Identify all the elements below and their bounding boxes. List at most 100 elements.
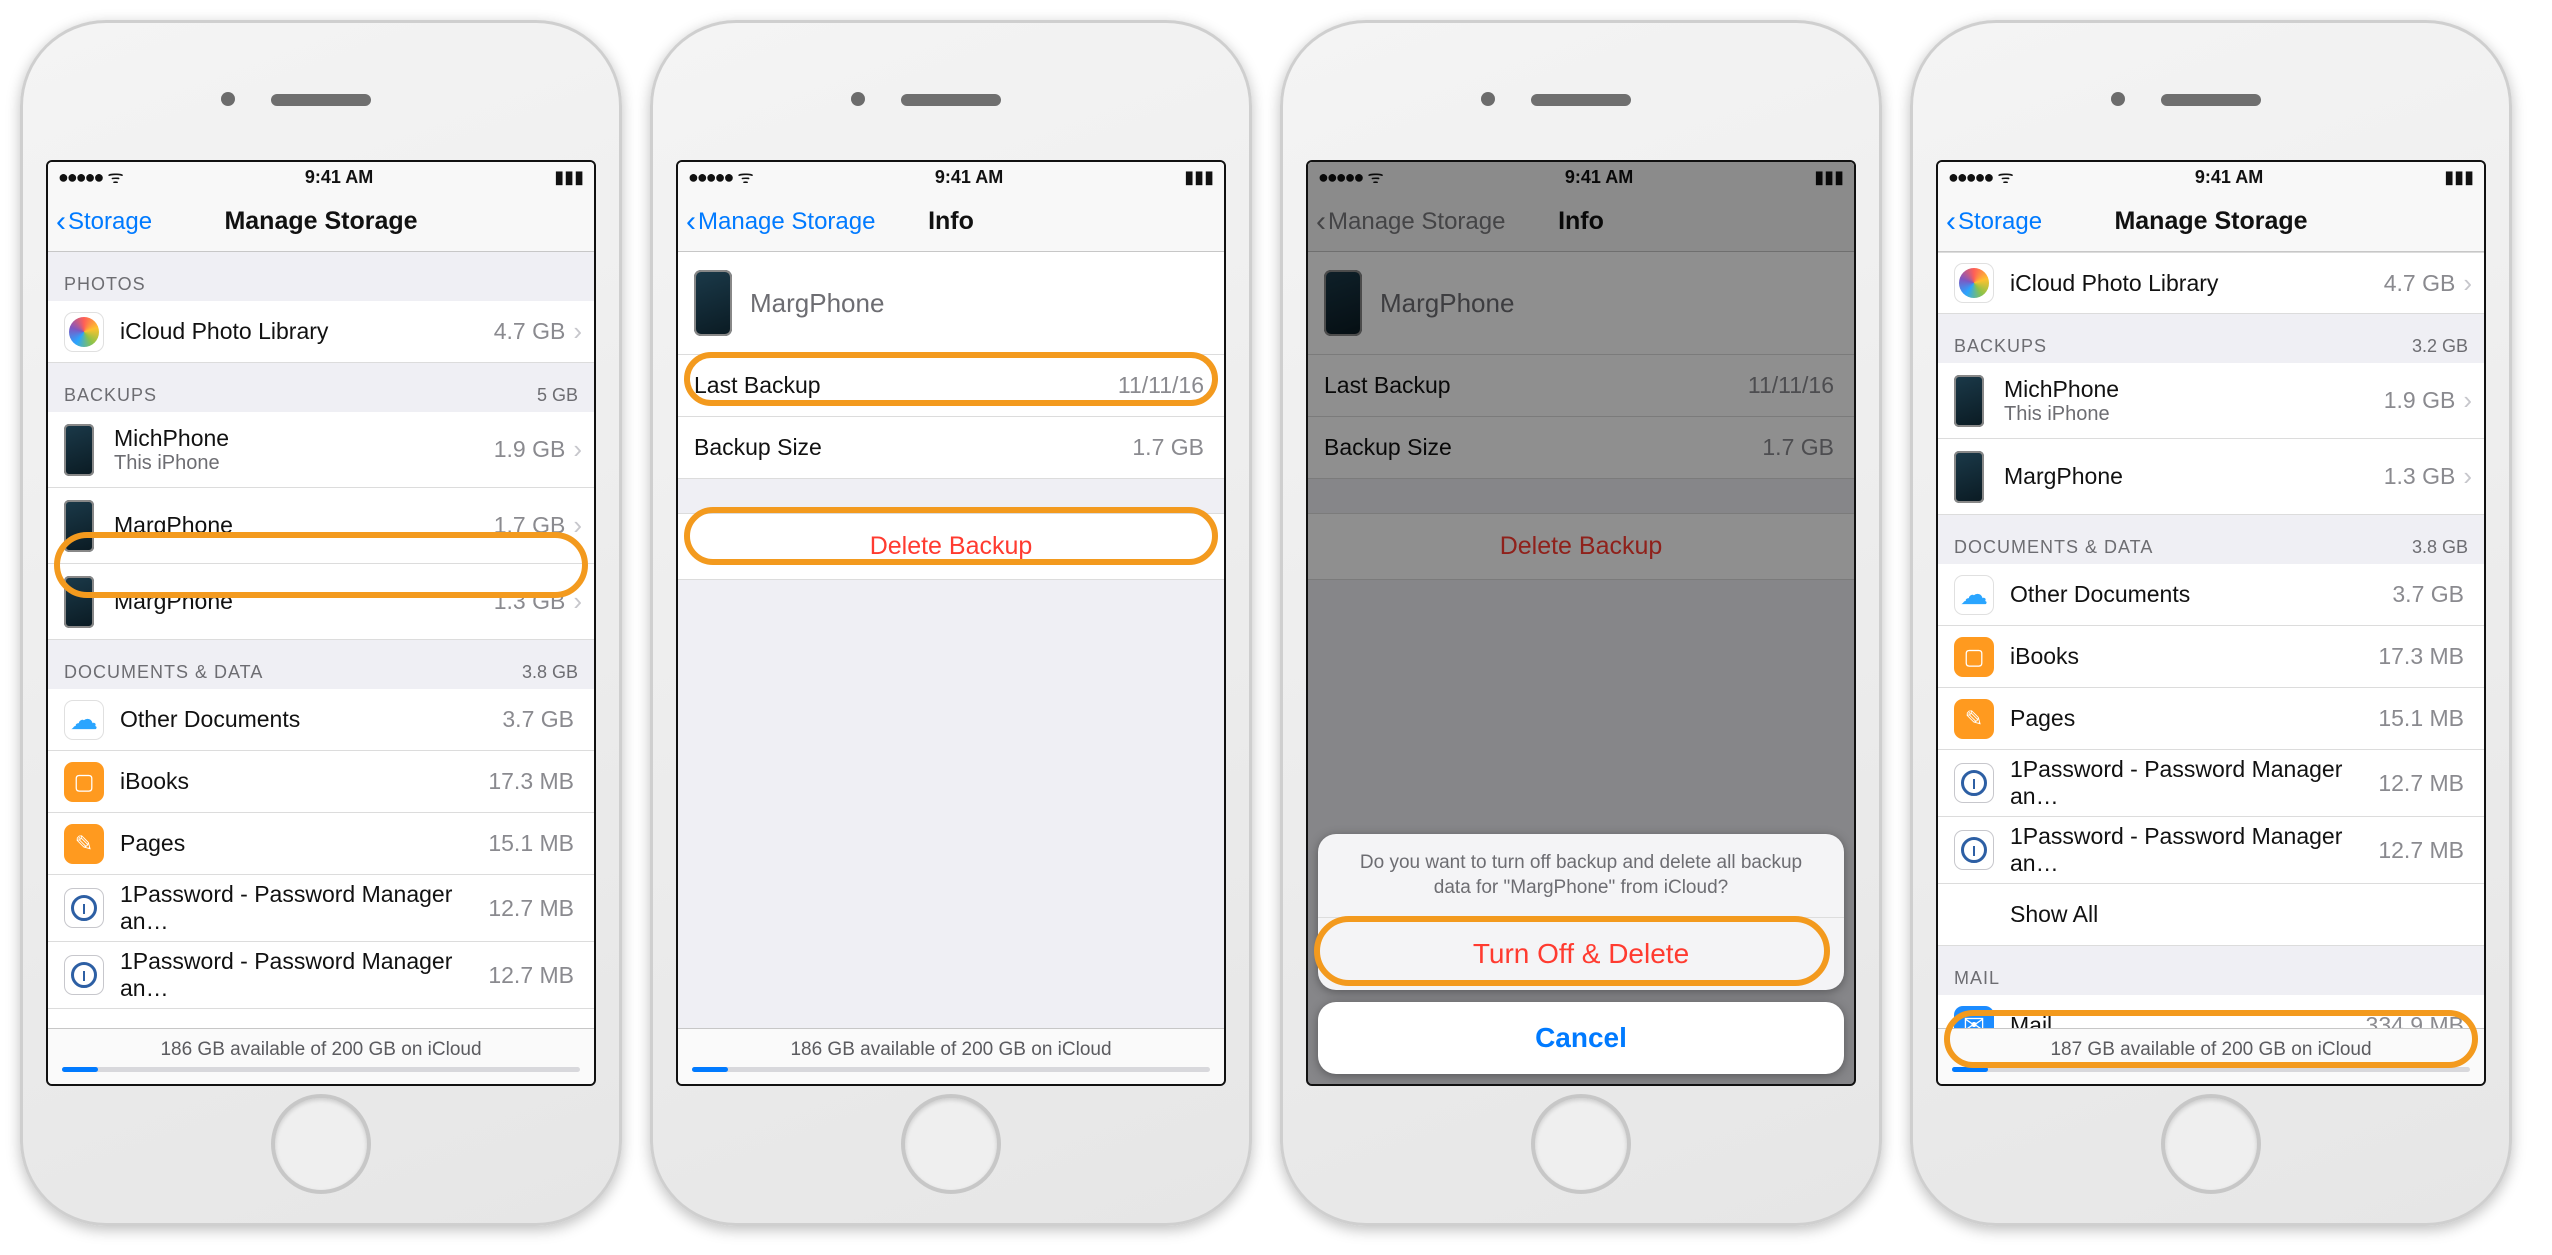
cell-pages[interactable]: ✎ Pages 15.1 MB xyxy=(48,813,594,875)
cell-backup-margphone-2[interactable]: MargPhone 1.3 GB › xyxy=(48,564,594,640)
cell-label: MargPhone xyxy=(114,588,494,615)
device-icon xyxy=(64,424,94,476)
section-header-photos: PHOTOS xyxy=(48,252,594,301)
signal-wifi: ●●●●● ᯤ xyxy=(1948,165,2014,189)
home-button[interactable] xyxy=(271,1094,371,1194)
cell-ibooks[interactable]: ▢ iBooks 17.3 MB xyxy=(1938,626,2484,688)
cell-show-all[interactable]: Show All xyxy=(1938,884,2484,946)
cell-label: 1Password - Password Manager an… xyxy=(2010,756,2378,810)
iphone-frame-1: ●●●●● ᯤ 9:41 AM ▮▮▮ ‹ Storage Manage Sto… xyxy=(20,20,622,1226)
chevron-right-icon: › xyxy=(2463,385,2472,416)
content-scroll[interactable]: iCloud Photo Library 4.7 GB › BACKUPS 3.… xyxy=(1938,252,2484,1084)
cell-1password-1[interactable]: 1Password - Password Manager an… 12.7 MB xyxy=(48,875,594,942)
cancel-button[interactable]: Cancel xyxy=(1318,1002,1844,1074)
device-icon xyxy=(1954,375,1984,427)
cell-backup-michphone[interactable]: MichPhone This iPhone 1.9 GB › xyxy=(1938,363,2484,439)
cell-pages[interactable]: ✎ Pages 15.1 MB xyxy=(1938,688,2484,750)
cell-1password-2[interactable]: 1Password - Password Manager an… 12.7 MB xyxy=(1938,817,2484,884)
speaker-grille xyxy=(271,94,371,106)
cell-value: 12.7 MB xyxy=(2378,770,2464,797)
cell-last-backup: Last Backup 11/11/16 xyxy=(678,355,1224,417)
turn-off-and-delete-button[interactable]: Turn Off & Delete xyxy=(1318,917,1844,990)
section-label: DOCUMENTS & DATA xyxy=(1954,537,2153,558)
cell-label: 1Password - Password Manager an… xyxy=(2010,823,2378,877)
device-header: MargPhone xyxy=(678,252,1224,355)
ibooks-app-icon: ▢ xyxy=(1954,637,1994,677)
cell-value: 12.7 MB xyxy=(488,895,574,922)
nav-bar: ‹ Storage Manage Storage xyxy=(1938,192,2484,252)
cell-label: MichPhone xyxy=(114,425,494,452)
footer-text: 186 GB available of 200 GB on iCloud xyxy=(692,1039,1210,1061)
cell-value: 12.7 MB xyxy=(2378,837,2464,864)
cell-label: Pages xyxy=(120,830,488,857)
cell-1password-1[interactable]: 1Password - Password Manager an… 12.7 MB xyxy=(1938,750,2484,817)
cell-backup-margphone[interactable]: MargPhone 1.3 GB › xyxy=(1938,439,2484,515)
chevron-right-icon: › xyxy=(573,316,582,347)
cell-value: 1.3 GB xyxy=(2384,463,2456,490)
section-label: PHOTOS xyxy=(64,274,146,295)
battery-icon: ▮▮▮ xyxy=(2444,167,2474,188)
cell-label: Backup Size xyxy=(694,434,1132,461)
section-header-documents: DOCUMENTS & DATA 3.8 GB xyxy=(48,640,594,689)
cell-other-documents[interactable]: ☁ Other Documents 3.7 GB xyxy=(48,689,594,751)
cloud-icon: ☁ xyxy=(64,700,104,740)
status-time: 9:41 AM xyxy=(305,167,373,188)
section-label: DOCUMENTS & DATA xyxy=(64,662,263,683)
action-sheet-message: Do you want to turn off backup and delet… xyxy=(1318,834,1844,917)
section-header-mail: MAIL xyxy=(1938,946,2484,995)
onepassword-app-icon xyxy=(1954,830,1994,870)
iphone-frame-2: ●●●●● ᯤ 9:41 AM ▮▮▮ ‹ Manage Storage Inf… xyxy=(650,20,1252,1226)
section-header-backups: BACKUPS 5 GB xyxy=(48,363,594,412)
device-icon xyxy=(64,576,94,628)
screen-1: ●●●●● ᯤ 9:41 AM ▮▮▮ ‹ Storage Manage Sto… xyxy=(46,160,596,1086)
section-right: 3.8 GB xyxy=(2412,537,2468,558)
footer-text: 187 GB available of 200 GB on iCloud xyxy=(1952,1039,2470,1061)
home-button[interactable] xyxy=(901,1094,1001,1194)
action-sheet: Do you want to turn off backup and delet… xyxy=(1308,824,1854,1084)
content: MargPhone Last Backup 11/11/16 Backup Si… xyxy=(678,252,1224,1084)
back-button[interactable]: ‹ Manage Storage xyxy=(686,207,875,237)
battery-icon: ▮▮▮ xyxy=(554,167,584,188)
home-button[interactable] xyxy=(1531,1094,1631,1194)
chevron-right-icon: › xyxy=(573,434,582,465)
cell-backup-michphone[interactable]: MichPhone This iPhone 1.9 GB › xyxy=(48,412,594,488)
cell-other-documents[interactable]: ☁ Other Documents 3.7 GB xyxy=(1938,564,2484,626)
front-camera xyxy=(1481,92,1495,106)
onepassword-app-icon xyxy=(64,955,104,995)
cell-1password-2[interactable]: 1Password - Password Manager an… 12.7 MB xyxy=(48,942,594,1009)
status-bar: ●●●●● ᯤ 9:41 AM ▮▮▮ xyxy=(48,162,594,192)
cell-label: MichPhone xyxy=(2004,376,2384,403)
delete-backup-button[interactable]: Delete Backup xyxy=(678,513,1224,580)
home-button[interactable] xyxy=(2161,1094,2261,1194)
storage-footer: 186 GB available of 200 GB on iCloud xyxy=(48,1028,594,1084)
cell-value: 1.9 GB xyxy=(494,436,566,463)
section-header-backups: BACKUPS 3.2 GB xyxy=(1938,314,2484,363)
status-time: 9:41 AM xyxy=(935,167,1003,188)
cell-backup-size: Backup Size 1.7 GB xyxy=(678,417,1224,479)
cell-label: Pages xyxy=(2010,705,2378,732)
cell-value: 4.7 GB xyxy=(2384,270,2456,297)
cell-backup-margphone-1[interactable]: MargPhone 1.7 GB › xyxy=(48,488,594,564)
cell-icloud-photo-library[interactable]: iCloud Photo Library 4.7 GB › xyxy=(48,301,594,363)
show-all-label: Show All xyxy=(2010,901,2098,928)
cell-value: 17.3 MB xyxy=(488,768,574,795)
speaker-grille xyxy=(901,94,1001,106)
cell-value: 4.7 GB xyxy=(494,318,566,345)
storage-meter xyxy=(692,1067,1210,1072)
cell-sublabel: This iPhone xyxy=(114,452,494,475)
cell-ibooks[interactable]: ▢ iBooks 17.3 MB xyxy=(48,751,594,813)
onepassword-app-icon xyxy=(1954,763,1994,803)
screen-4: ●●●●● ᯤ 9:41 AM ▮▮▮ ‹ Storage Manage Sto… xyxy=(1936,160,2486,1086)
pages-app-icon: ✎ xyxy=(64,824,104,864)
front-camera xyxy=(2111,92,2125,106)
signal-wifi: ●●●●● ᯤ xyxy=(688,165,754,189)
photos-app-icon xyxy=(64,312,104,352)
iphone-frame-4: ●●●●● ᯤ 9:41 AM ▮▮▮ ‹ Storage Manage Sto… xyxy=(1910,20,2512,1226)
cell-icloud-photo-library[interactable]: iCloud Photo Library 4.7 GB › xyxy=(1938,252,2484,314)
content-scroll[interactable]: PHOTOS iCloud Photo Library 4.7 GB › BAC… xyxy=(48,252,594,1084)
chevron-right-icon: › xyxy=(573,510,582,541)
cell-label: MargPhone xyxy=(114,512,494,539)
cell-label: Other Documents xyxy=(120,706,502,733)
nav-title: Info xyxy=(928,207,974,236)
storage-footer: 186 GB available of 200 GB on iCloud xyxy=(678,1028,1224,1084)
